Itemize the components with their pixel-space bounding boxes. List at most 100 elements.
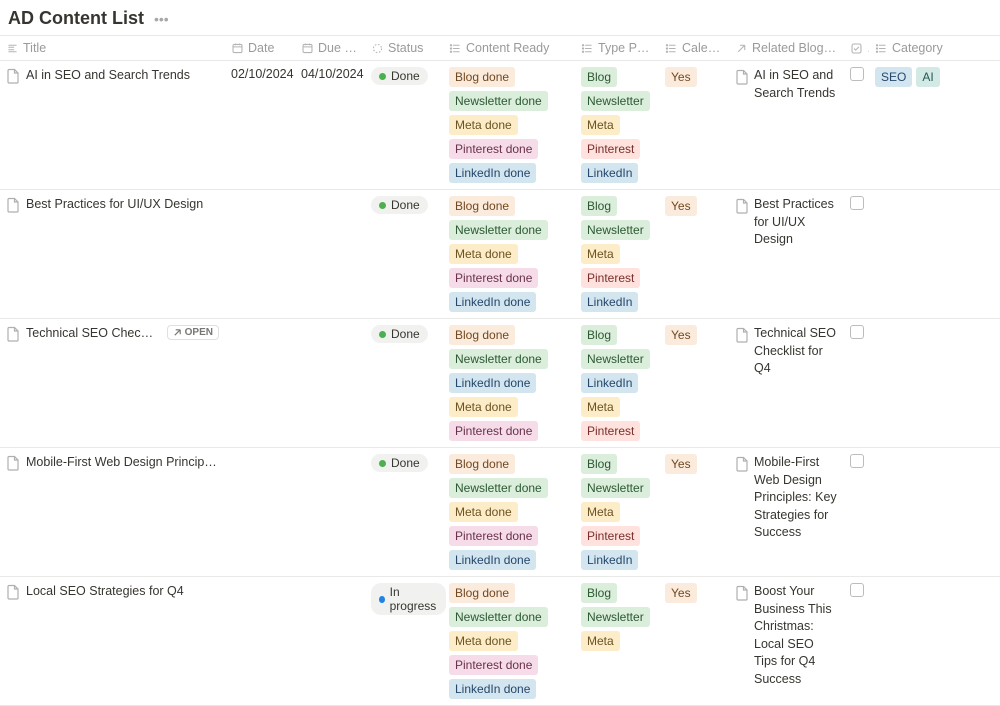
col-type-publish[interactable]: Type Publis... xyxy=(575,36,659,61)
content-ready-cell[interactable]: Blog doneNewsletter doneMeta donePintere… xyxy=(443,190,575,319)
calendar-cell[interactable]: Yes xyxy=(659,448,729,577)
title-cell[interactable]: Technical SEO Checklist for Q4 OPEN xyxy=(6,325,219,343)
tag: LinkedIn done xyxy=(449,163,536,183)
checkbox[interactable] xyxy=(850,325,864,339)
related-cell[interactable]: Boost Your Business This Christmas: Loca… xyxy=(729,577,844,706)
due-date-cell[interactable]: 04/10/2024 xyxy=(295,61,365,190)
content-ready-cell[interactable]: Blog doneNewsletter doneMeta donePintere… xyxy=(443,577,575,706)
col-date[interactable]: Date xyxy=(225,36,295,61)
tag: Newsletter done xyxy=(449,220,548,240)
col-title[interactable]: Title xyxy=(0,36,225,61)
due-date-cell[interactable] xyxy=(295,190,365,319)
type-publish-cell[interactable]: BlogNewsletterLinkedInMetaPinterest xyxy=(575,319,659,448)
status-cell[interactable]: Done xyxy=(365,61,443,190)
date-cell[interactable] xyxy=(225,319,295,448)
checkbox[interactable] xyxy=(850,583,864,597)
status-badge: In progress xyxy=(371,583,446,615)
calendar-cell[interactable]: Yes xyxy=(659,577,729,706)
content-ready-cell[interactable]: Blog doneNewsletter doneLinkedIn doneMet… xyxy=(443,319,575,448)
tag: Meta xyxy=(581,502,620,522)
col-checkbox[interactable] xyxy=(844,36,869,61)
title-cell[interactable]: Best Practices for UI/UX Design xyxy=(6,196,219,214)
tag: Newsletter xyxy=(581,478,650,498)
content-ready-cell[interactable]: Blog doneNewsletter doneMeta donePintere… xyxy=(443,448,575,577)
table-row[interactable]: Technical SEO Checklist for Q4 OPEN Done Bl… xyxy=(0,319,1000,448)
category-cell[interactable] xyxy=(869,448,1000,577)
table-row[interactable]: Local SEO Strategies for Q4In progressBl… xyxy=(0,577,1000,706)
checkbox-cell[interactable] xyxy=(844,61,869,190)
type-publish-cell[interactable]: BlogNewsletterMeta xyxy=(575,577,659,706)
title-cell[interactable]: Mobile-First Web Design Principles: Key … xyxy=(6,454,219,472)
col-related[interactable]: Related Blog Post xyxy=(729,36,844,61)
date-cell[interactable] xyxy=(225,577,295,706)
due-date-cell[interactable] xyxy=(295,319,365,448)
col-due-date[interactable]: Due Date xyxy=(295,36,365,61)
table-row[interactable]: Mobile-First Web Design Principles: Key … xyxy=(0,448,1000,577)
checkbox[interactable] xyxy=(850,67,864,81)
related-cell[interactable]: Technical SEO Checklist for Q4 xyxy=(729,319,844,448)
related-title: Boost Your Business This Christmas: Loca… xyxy=(754,583,838,688)
status-badge: Done xyxy=(371,325,428,343)
col-content-ready[interactable]: Content Ready xyxy=(443,36,575,61)
content-ready-cell[interactable]: Blog doneNewsletter doneMeta donePintere… xyxy=(443,61,575,190)
open-button[interactable]: OPEN xyxy=(167,325,219,340)
tag: Newsletter xyxy=(581,607,650,627)
calendar-cell[interactable]: Yes xyxy=(659,319,729,448)
list-icon xyxy=(665,42,678,55)
date-cell[interactable] xyxy=(225,190,295,319)
row-title: Technical SEO Checklist for Q4 xyxy=(26,325,155,343)
checkbox[interactable] xyxy=(850,196,864,210)
tag: Pinterest done xyxy=(449,268,538,288)
calendar-icon xyxy=(301,42,314,55)
checkbox-cell[interactable] xyxy=(844,190,869,319)
col-calendar[interactable]: Calendar? xyxy=(659,36,729,61)
tag: Meta xyxy=(581,397,620,417)
tag: Meta done xyxy=(449,631,518,651)
tag: Pinterest xyxy=(581,421,640,441)
page-title: AD Content List xyxy=(8,8,144,29)
due-date-cell[interactable] xyxy=(295,577,365,706)
page-icon xyxy=(6,197,20,213)
title-cell[interactable]: Local SEO Strategies for Q4 xyxy=(6,583,219,601)
table-header-row: Title Date Due Date Status Content Ready… xyxy=(0,36,1000,61)
col-status[interactable]: Status xyxy=(365,36,443,61)
type-publish-cell[interactable]: BlogNewsletterMetaPinterestLinkedIn xyxy=(575,190,659,319)
tag: Newsletter xyxy=(581,91,650,111)
status-cell[interactable]: Done xyxy=(365,448,443,577)
title-cell[interactable]: AI in SEO and Search Trends xyxy=(6,67,219,85)
checkbox-cell[interactable] xyxy=(844,448,869,577)
col-category[interactable]: Category xyxy=(869,36,1000,61)
row-title: Best Practices for UI/UX Design xyxy=(26,196,203,214)
related-cell[interactable]: Mobile-First Web Design Principles: Key … xyxy=(729,448,844,577)
status-cell[interactable]: Done xyxy=(365,190,443,319)
category-cell[interactable] xyxy=(869,190,1000,319)
checkbox-cell[interactable] xyxy=(844,577,869,706)
category-cell[interactable] xyxy=(869,319,1000,448)
table-row[interactable]: Best Practices for UI/UX Design DoneBlog … xyxy=(0,190,1000,319)
tag: Yes xyxy=(665,196,697,216)
list-icon xyxy=(875,42,888,55)
checkbox[interactable] xyxy=(850,454,864,468)
category-cell[interactable] xyxy=(869,577,1000,706)
status-cell[interactable]: In progress xyxy=(365,577,443,706)
related-cell[interactable]: Best Practices for UI/UX Design xyxy=(729,190,844,319)
page-icon xyxy=(735,69,749,85)
type-publish-cell[interactable]: BlogNewsletterMetaPinterestLinkedIn xyxy=(575,448,659,577)
calendar-cell[interactable]: Yes xyxy=(659,190,729,319)
status-cell[interactable]: Done xyxy=(365,319,443,448)
tag: Yes xyxy=(665,454,697,474)
table-row[interactable]: AI in SEO and Search Trends 02/10/202404/… xyxy=(0,61,1000,190)
checkbox-cell[interactable] xyxy=(844,319,869,448)
calendar-cell[interactable]: Yes xyxy=(659,61,729,190)
tag: LinkedIn xyxy=(581,292,638,312)
type-publish-cell[interactable]: BlogNewsletterMetaPinterestLinkedIn xyxy=(575,61,659,190)
category-cell[interactable]: SEOAI xyxy=(869,61,1000,190)
date-cell[interactable]: 02/10/2024 xyxy=(225,61,295,190)
tag: Meta done xyxy=(449,502,518,522)
related-cell[interactable]: AI in SEO and Search Trends xyxy=(729,61,844,190)
more-icon[interactable]: ••• xyxy=(150,9,173,29)
related-title: Mobile-First Web Design Principles: Key … xyxy=(754,454,838,542)
due-date-cell[interactable] xyxy=(295,448,365,577)
tag: Newsletter xyxy=(581,349,650,369)
date-cell[interactable] xyxy=(225,448,295,577)
